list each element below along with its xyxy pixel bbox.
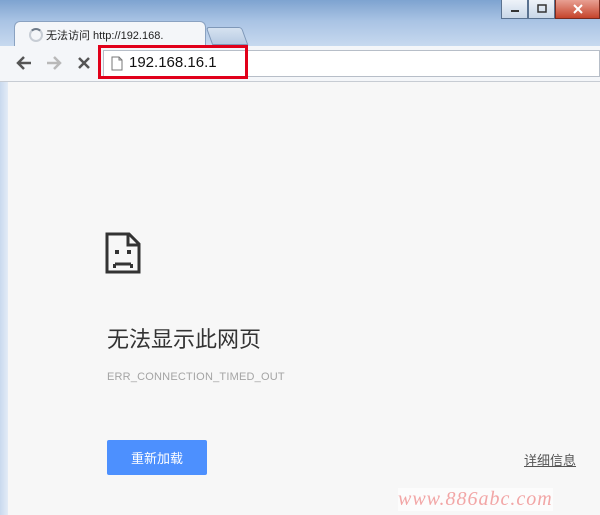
watermark: www.886abc.com [398, 488, 553, 511]
back-arrow-icon [16, 56, 31, 70]
tab-title: 无法访问 http://192.168. [46, 30, 164, 42]
error-code: ERR_CONNECTION_TIMED_OUT [107, 371, 285, 383]
minimize-button[interactable] [501, 0, 528, 19]
error-title: 无法显示此网页 [107, 328, 262, 353]
forward-button[interactable] [42, 51, 66, 75]
sad-page-icon [105, 232, 141, 274]
browser-toolbar: 192.168.16.1 [0, 46, 600, 82]
minimize-icon [510, 10, 519, 12]
stop-button[interactable] [72, 51, 96, 75]
maximize-button[interactable] [528, 0, 555, 19]
window-left-frame [0, 82, 8, 515]
forward-arrow-icon [47, 56, 62, 70]
new-tab-button[interactable] [205, 27, 249, 45]
reload-button[interactable]: 重新加载 [107, 440, 207, 475]
close-icon [572, 4, 583, 14]
close-window-button[interactable] [555, 0, 600, 19]
stop-x-icon [78, 57, 90, 69]
back-button[interactable] [12, 51, 36, 75]
loading-spinner-icon [29, 28, 43, 42]
url-highlight-box [98, 45, 248, 79]
window-controls [501, 0, 600, 20]
details-link[interactable]: 详细信息 [524, 450, 576, 469]
maximize-icon [536, 4, 547, 13]
page-content [8, 82, 600, 515]
active-tab[interactable]: 无法访问 http://192.168. [14, 21, 206, 47]
browser-title-bar: 无法访问 http://192.168. [0, 0, 600, 47]
